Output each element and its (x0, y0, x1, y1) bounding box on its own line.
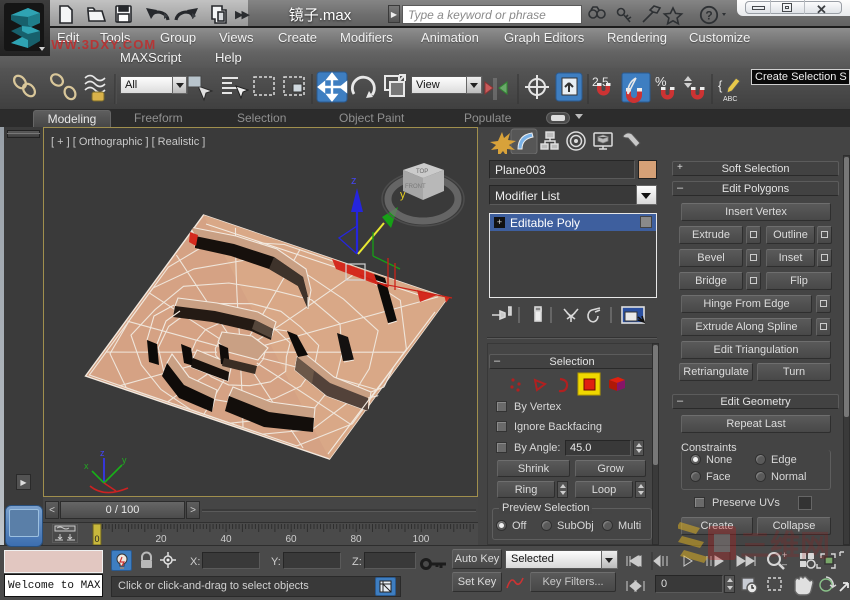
svg-text:三维网: 三维网 (740, 530, 830, 563)
svg-text:TOP: TOP (416, 169, 428, 175)
svg-text:60: 60 (285, 534, 297, 545)
svg-text:FRONT: FRONT (405, 184, 426, 190)
svg-text:40: 40 (220, 534, 232, 545)
svg-text:z: z (100, 448, 105, 458)
svg-text:%: % (655, 74, 667, 89)
svg-text:y: y (122, 455, 127, 465)
svg-text:ABC: ABC (723, 96, 737, 103)
svg-text:0: 0 (94, 534, 99, 544)
svg-text:80: 80 (350, 534, 362, 545)
svg-text:{: { (718, 78, 723, 93)
svg-text:z: z (351, 175, 357, 187)
svg-text:[ + ] [ Orthographic ] [ Reali: [ + ] [ Orthographic ] [ Realistic ] (51, 136, 205, 148)
svg-text:?: ? (705, 9, 712, 23)
svg-text:100: 100 (413, 534, 430, 545)
svg-text:20: 20 (155, 534, 167, 545)
svg-text:x: x (84, 461, 89, 471)
